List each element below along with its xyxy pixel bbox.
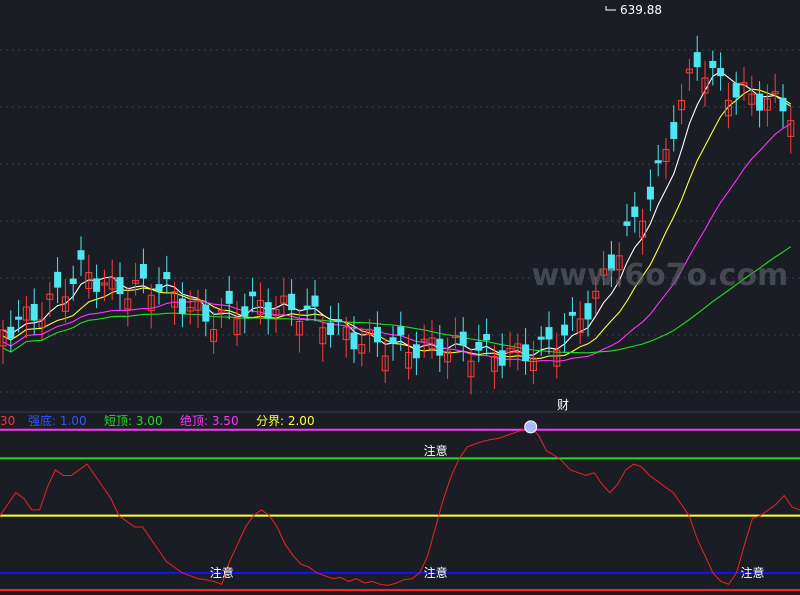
ma-line [2, 70, 792, 356]
candle-body [69, 278, 77, 284]
peak-price-label: 639.88 [605, 3, 662, 17]
annotation-text: 注意 [210, 565, 234, 580]
candle-body [779, 97, 787, 112]
candle-body [139, 264, 147, 279]
candle-body [163, 272, 171, 280]
candle-body [264, 302, 272, 319]
candle-body [654, 160, 662, 164]
candle-body [202, 304, 210, 322]
candle-body [412, 344, 420, 359]
candle-body [54, 271, 62, 288]
legend-item: 短顶: 3.00 [104, 414, 163, 428]
candle-body [225, 290, 233, 304]
candle-body [15, 316, 23, 320]
candle-body [631, 206, 639, 217]
candle-body [334, 319, 342, 323]
oscillator-line [0, 426, 800, 586]
annotation-text: 注意 [740, 565, 764, 580]
candle-body [459, 331, 467, 346]
candle-body [249, 291, 257, 297]
candle-body [350, 332, 358, 350]
candle-body [584, 303, 592, 320]
candle-body [646, 186, 654, 200]
indicator-levels [0, 428, 800, 591]
legend-item: 强底: 1.00 [28, 413, 87, 428]
candle-body [545, 327, 553, 340]
candle-body [436, 338, 444, 356]
candle-body [522, 344, 530, 362]
indicator-legend: 30 强底: 1.00 短顶: 3.00 绝顶: 3.50 分界: 2.00 [0, 413, 315, 428]
candle-body [498, 350, 506, 366]
candle-body [303, 305, 311, 310]
candle-body [483, 334, 491, 341]
candle-body [623, 221, 631, 226]
candle-body [397, 326, 405, 336]
candle-body [537, 336, 545, 340]
candle-body [288, 293, 296, 311]
candle-body [389, 337, 397, 344]
legend-item: 绝顶: 3.50 [180, 413, 239, 428]
signal-dot [524, 420, 538, 434]
stock-chart[interactable]: www.6o7o.com 639.88 财 30 强底: 1.00 短顶: 3.00… [0, 0, 800, 595]
indicator-line [0, 420, 800, 586]
candle-body [93, 278, 101, 292]
candle-body [155, 284, 163, 293]
candle-body [732, 83, 740, 98]
annotation-text: 注意 [424, 565, 448, 580]
candle-body [373, 326, 381, 343]
candle-body [77, 250, 85, 260]
candle-body [568, 311, 576, 316]
candle-body [178, 298, 186, 314]
legend-item: 分界: 2.00 [256, 414, 315, 428]
candle-body [717, 68, 725, 77]
candle-body [7, 326, 15, 339]
candle-body [756, 93, 764, 111]
annotation-text: 注意 [424, 443, 448, 458]
candle-body [116, 277, 124, 295]
stock-chart-stage: www.6o7o.com 639.88 财 30 强底: 1.00 短顶: 3.00… [0, 0, 800, 595]
peak-pointer [605, 6, 616, 11]
event-marker: 财 [557, 398, 569, 412]
candle-body [241, 306, 249, 317]
candle-body [670, 122, 678, 139]
candle-body [327, 322, 335, 335]
indicator-annotations: 注意注意 注意 注意 [210, 443, 765, 580]
moving-average-lines [2, 70, 792, 363]
peak-price-text: 639.88 [620, 3, 662, 17]
candle-body [693, 52, 701, 68]
candle-body [709, 60, 717, 68]
watermark: www.6o7o.com [532, 258, 789, 293]
candle-body [30, 303, 38, 321]
candle-body [311, 295, 319, 307]
legend-item: 30 [0, 414, 15, 428]
price-grid [0, 49, 800, 393]
candle-body [561, 324, 569, 336]
candle-body [475, 342, 483, 351]
